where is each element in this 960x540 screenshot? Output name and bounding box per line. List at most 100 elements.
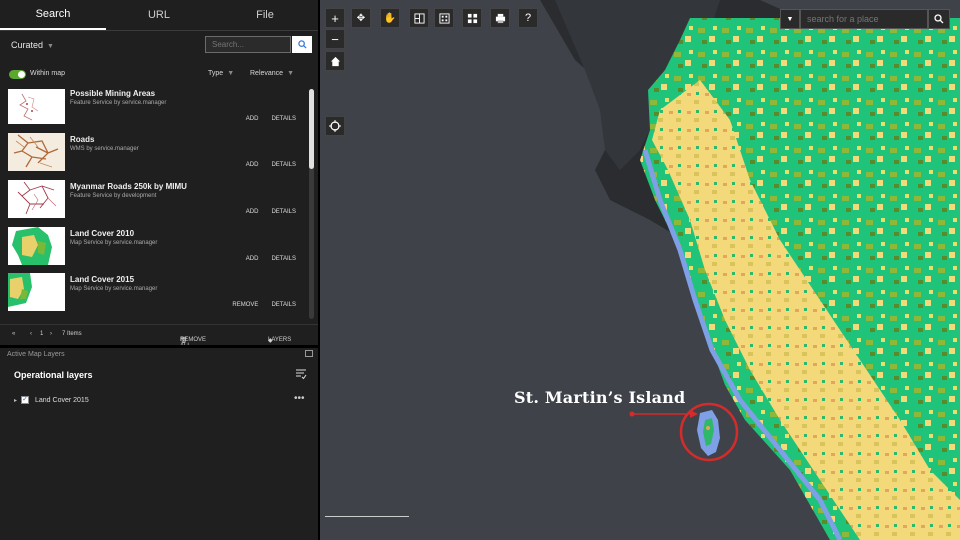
- add-button[interactable]: ADD: [246, 116, 259, 122]
- hand-tool-button[interactable]: ✋: [380, 8, 400, 28]
- result-title: Myanmar Roads 250k by MIMU: [70, 182, 187, 191]
- details-button[interactable]: DETAILS: [271, 302, 296, 308]
- curated-dropdown[interactable]: Curated ▼: [11, 40, 54, 50]
- map-canvas: [540, 0, 960, 540]
- split-view-button[interactable]: [409, 8, 429, 28]
- result-item: Possible Mining Areas Feature Service by…: [0, 87, 310, 133]
- first-page-icon[interactable]: «: [12, 331, 15, 337]
- result-subtitle: Map Service by service.manager: [70, 286, 158, 292]
- type-filter-label: Type: [208, 70, 224, 77]
- result-title: Roads: [70, 135, 95, 144]
- details-button[interactable]: DETAILS: [271, 209, 296, 215]
- type-filter[interactable]: Type ▼: [208, 70, 234, 77]
- filter-row: Within map Type ▼ Relevance ▼: [0, 66, 318, 82]
- island-annotation: St. Martin’s Island: [514, 388, 686, 407]
- search-toolbar: Curated ▼: [0, 35, 318, 57]
- active-map-layers-panel: Active Map Layers Operational layers ▸ ✓…: [0, 348, 318, 540]
- result-subtitle: WMS by service.manager: [70, 146, 139, 152]
- remove-button[interactable]: REMOVE: [232, 302, 258, 308]
- split-view-icon: [413, 12, 425, 24]
- zoom-in-button[interactable]: +: [325, 8, 345, 28]
- page-number: 1: [40, 331, 44, 337]
- place-search-input[interactable]: [800, 9, 928, 29]
- results-scrollbar-thumb[interactable]: [309, 89, 314, 169]
- tab-url[interactable]: URL: [106, 0, 212, 30]
- layout-icon: [467, 13, 477, 23]
- relevance-filter-label: Relevance: [250, 70, 284, 77]
- grid-view-icon: [438, 12, 450, 24]
- zoom-out-button[interactable]: −: [325, 29, 345, 49]
- layers-label: LAYERS: [268, 337, 292, 343]
- results-list: Possible Mining Areas Feature Service by…: [0, 87, 318, 322]
- tab-search[interactable]: Search: [0, 0, 106, 30]
- result-item: Land Cover 2010 Map Service by service.m…: [0, 227, 310, 273]
- result-item: Land Cover 2015 Map Service by service.m…: [0, 273, 310, 319]
- scale-bar: [325, 510, 409, 517]
- pager: « ‹ 1 › 7 Items 🗑 REMOVE ALL LAYERS ◆ LA…: [0, 324, 318, 355]
- result-item: Myanmar Roads 250k by MIMU Feature Servi…: [0, 180, 310, 226]
- place-search-button[interactable]: [928, 9, 950, 29]
- details-button[interactable]: DETAILS: [271, 162, 296, 168]
- result-item: Roads WMS by service.manager ADD DETAILS: [0, 133, 310, 179]
- curated-label: Curated: [11, 40, 44, 50]
- home-icon: [330, 56, 340, 66]
- result-title: Land Cover 2010: [70, 229, 135, 238]
- chevron-down-icon: ▼: [786, 15, 794, 23]
- operational-layers-title: Operational layers: [14, 370, 93, 380]
- result-thumbnail: [8, 89, 65, 124]
- active-layers-header: Active Map Layers: [7, 351, 65, 358]
- layer-visibility-checkbox[interactable]: ✓: [21, 396, 29, 404]
- relevance-filter[interactable]: Relevance ▼: [250, 70, 294, 77]
- next-page-icon[interactable]: ›: [50, 331, 52, 337]
- result-thumbnail: [8, 273, 65, 311]
- maximize-icon[interactable]: [305, 350, 313, 357]
- plus-icon: +: [331, 10, 339, 26]
- add-button[interactable]: ADD: [246, 209, 259, 215]
- add-button[interactable]: ADD: [246, 256, 259, 262]
- within-map-toggle[interactable]: [9, 70, 26, 79]
- item-count: 7 Items: [62, 331, 82, 337]
- result-thumbnail: [8, 227, 65, 265]
- more-options-icon[interactable]: •••: [294, 393, 305, 404]
- layer-name: Land Cover 2015: [35, 397, 89, 404]
- help-icon: ?: [524, 12, 532, 24]
- add-button[interactable]: ADD: [246, 162, 259, 168]
- layout-button[interactable]: [462, 8, 482, 28]
- list-filter-icon[interactable]: [295, 368, 307, 380]
- details-button[interactable]: DETAILS: [271, 256, 296, 262]
- left-panel: Search URL File Curated▼ Within map Type…: [0, 0, 318, 540]
- tab-file[interactable]: File: [212, 0, 318, 30]
- chevron-down-icon: ▼: [287, 70, 295, 77]
- pan-icon: ✥: [356, 12, 366, 24]
- details-button[interactable]: DETAILS: [271, 116, 296, 122]
- search-icon: [297, 40, 307, 49]
- print-button[interactable]: [490, 8, 510, 28]
- chevron-down-icon: ▼: [227, 70, 235, 77]
- chevron-down-icon: ▼: [47, 43, 54, 50]
- grid-view-button[interactable]: [434, 8, 454, 28]
- locate-button[interactable]: [325, 116, 345, 136]
- search-input[interactable]: [205, 36, 291, 53]
- prev-page-icon[interactable]: ‹: [30, 331, 32, 337]
- result-subtitle: Map Service by service.manager: [70, 240, 158, 246]
- result-subtitle: Feature Service by service.manager: [70, 100, 167, 106]
- place-search-dropdown[interactable]: ▼: [780, 9, 800, 29]
- home-button[interactable]: [325, 51, 345, 71]
- hand-icon: ✋: [383, 12, 397, 24]
- locate-icon: [329, 120, 341, 132]
- result-thumbnail: [8, 180, 65, 218]
- result-title: Possible Mining Areas: [70, 89, 156, 98]
- search-button[interactable]: [292, 36, 312, 53]
- print-icon: [495, 13, 505, 23]
- result-subtitle: Feature Service by development: [70, 193, 157, 199]
- result-title: Land Cover 2015: [70, 275, 135, 284]
- expand-arrow-icon[interactable]: ▸: [14, 397, 17, 404]
- map-view[interactable]: + − ✥ ✋ ? St. Martin’s Island: [320, 0, 960, 540]
- pan-tool-button[interactable]: ✥: [351, 8, 371, 28]
- help-button[interactable]: ?: [518, 8, 538, 28]
- search-icon: [934, 14, 944, 24]
- minus-icon: −: [331, 31, 339, 47]
- within-map-label: Within map: [30, 70, 66, 77]
- result-thumbnail: [8, 133, 65, 171]
- source-tabs: Search URL File: [0, 0, 318, 31]
